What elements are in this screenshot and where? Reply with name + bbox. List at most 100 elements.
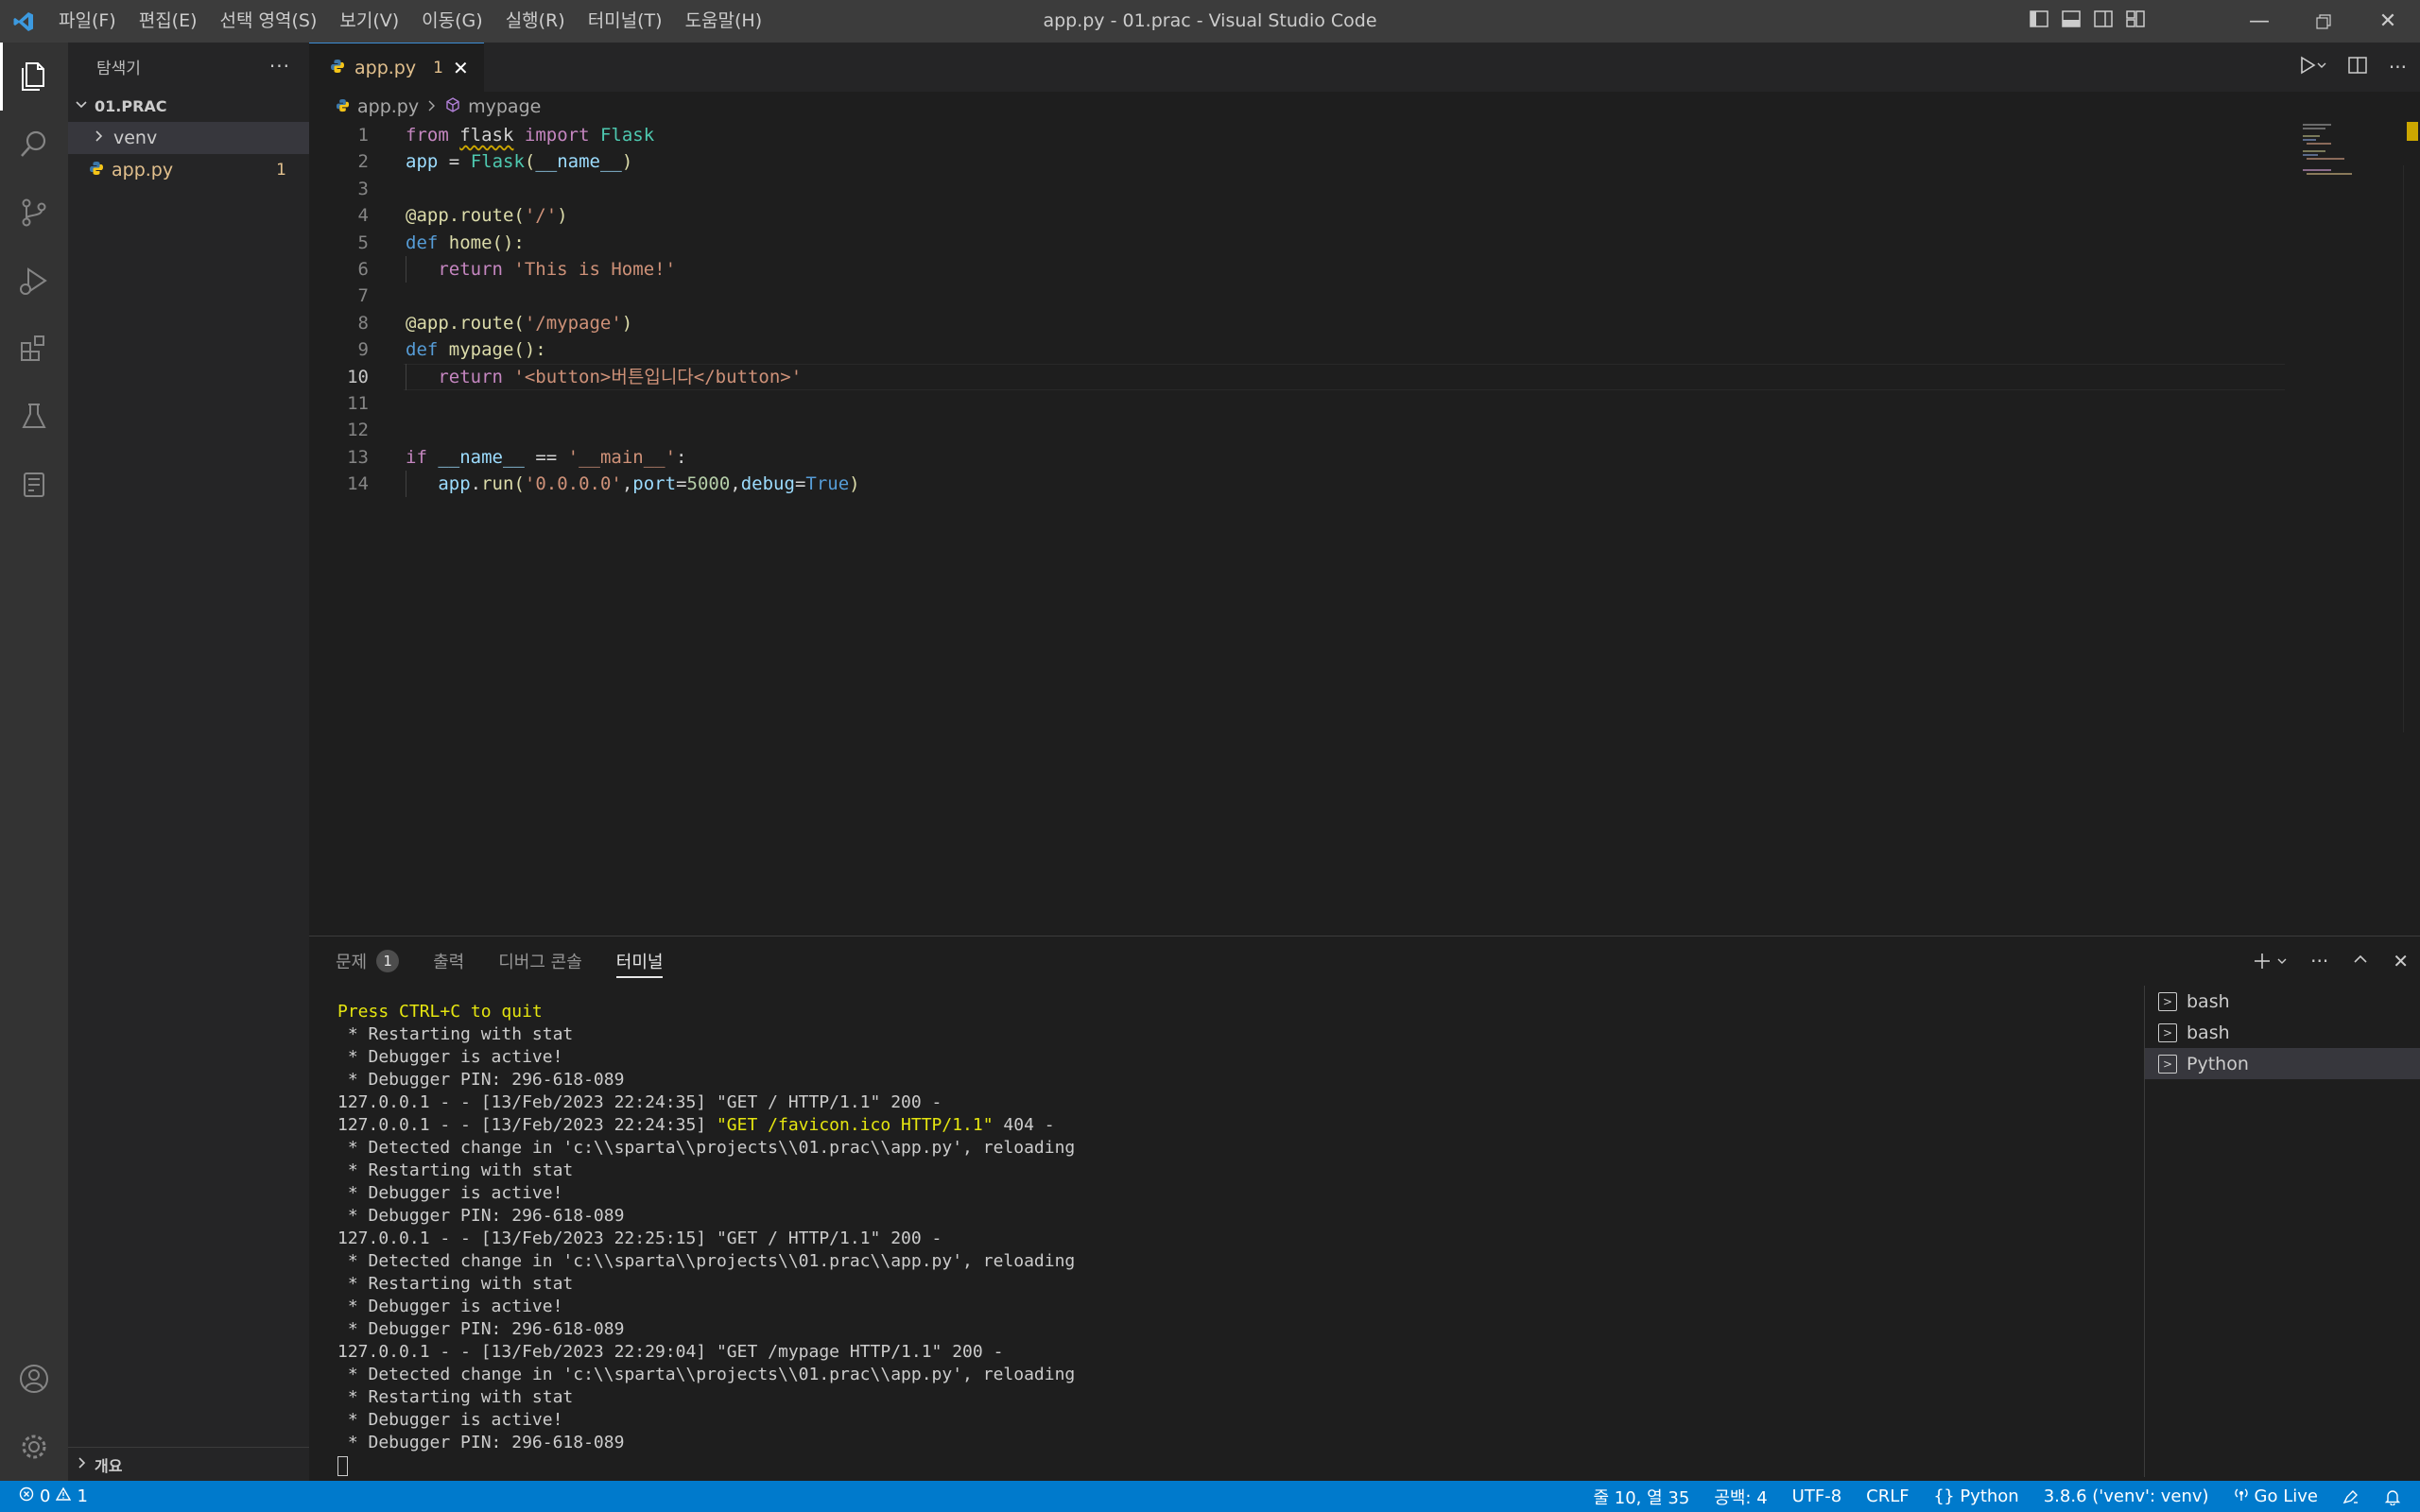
gear-icon[interactable] [0, 1413, 68, 1481]
code-line: 4 @app.route('/') [309, 202, 2294, 229]
symbol-method-icon [445, 96, 460, 117]
language-mode[interactable]: {} Python [1934, 1486, 2019, 1506]
code-line: 2 app = Flask(__name__) [309, 148, 2294, 175]
folder-header[interactable]: 01.PRAC [68, 90, 309, 122]
remote-explorer-icon[interactable] [0, 451, 68, 519]
terminal-line: * Restarting with stat [337, 1387, 574, 1407]
encoding[interactable]: UTF-8 [1792, 1486, 1841, 1506]
close-panel-icon[interactable]: ✕ [2393, 950, 2409, 972]
toggle-panel-icon[interactable] [2061, 9, 2082, 34]
warning-icon [56, 1486, 72, 1506]
python-interpreter[interactable]: 3.8.6 ('venv': venv) [2044, 1486, 2209, 1506]
customize-layout-icon[interactable] [2125, 9, 2146, 34]
toggle-primary-sidebar-icon[interactable] [2029, 9, 2049, 34]
minimap[interactable] [2295, 122, 2409, 179]
menu-view[interactable]: 보기(V) [328, 0, 410, 43]
more-actions-icon[interactable]: ··· [269, 55, 290, 77]
terminal-line: 127.0.0.1 - - [13/Feb/2023 22:24:35] "GE… [337, 1092, 942, 1112]
menu-file[interactable]: 파일(F) [47, 0, 128, 43]
extensions-icon[interactable] [0, 315, 68, 383]
terminal-line: * Debugger is active! [337, 1410, 563, 1430]
vscode-logo-icon [0, 0, 47, 43]
new-terminal-icon[interactable] [2252, 951, 2288, 971]
problems-status[interactable]: 0 1 [19, 1486, 88, 1506]
terminal-favicon-status: 404 - [993, 1115, 1055, 1135]
chevron-down-icon [74, 96, 89, 115]
search-icon[interactable] [0, 111, 68, 179]
code-line: 7 [309, 283, 2294, 309]
line-number: 1 [357, 125, 369, 146]
terminal-item-bash-1[interactable]: > bash [2145, 986, 2420, 1017]
minimize-button[interactable]: — [2227, 0, 2291, 43]
tree-item-app-py[interactable]: app.py 1 [68, 154, 309, 186]
run-debug-icon[interactable] [0, 247, 68, 315]
outline-label: 개요 [95, 1456, 123, 1475]
end-of-line[interactable]: CRLF [1866, 1486, 1909, 1506]
terminal-item-python[interactable]: > Python [2145, 1048, 2420, 1079]
layout-controls [2029, 0, 2146, 43]
line-number: 9 [357, 339, 369, 361]
close-tab-icon[interactable]: ✕ [453, 57, 469, 79]
line-number: 3 [357, 178, 369, 199]
problem-badge: 1 [276, 161, 286, 180]
tab-output[interactable]: 출력 [433, 936, 479, 986]
menu-terminal[interactable]: 터미널(T) [577, 0, 674, 43]
menu-run[interactable]: 실행(R) [494, 0, 577, 43]
source-control-icon[interactable] [0, 179, 68, 247]
go-live-button[interactable]: Go Live [2234, 1486, 2318, 1506]
braces-icon: {} [1933, 1486, 1955, 1506]
breadcrumb-symbol[interactable]: mypage [468, 96, 541, 117]
close-window-button[interactable]: ✕ [2356, 0, 2420, 43]
go-live-label: Go Live [2254, 1486, 2318, 1506]
terminal-line-prefix: 127.0.0.1 - - [13/Feb/2023 22:24:35] [337, 1115, 717, 1135]
explorer-files-icon[interactable] [0, 43, 68, 111]
tab-terminal[interactable]: 터미널 [615, 936, 679, 986]
run-python-file-icon[interactable] [2298, 55, 2326, 80]
folder-name: 01.PRAC [95, 96, 167, 115]
tab-problems[interactable]: 문제 1 [336, 936, 414, 986]
menu-help[interactable]: 도움말(H) [674, 0, 774, 43]
window-controls: — ✕ [2227, 0, 2420, 43]
code-line-current: 10 return '<button>버튼입니다</button>' [309, 363, 2294, 390]
terminal-line: * Debugger is active! [337, 1183, 563, 1203]
terminal-output[interactable]: Press CTRL+C to quit * Restarting with s… [337, 1001, 2134, 1477]
editor-scrollbar[interactable] [2403, 165, 2420, 732]
code-editor[interactable]: 1 from flask import Flask 2 app = Flask(__… [309, 122, 2294, 498]
maximize-panel-icon[interactable] [2351, 950, 2370, 973]
menu-edit[interactable]: 편집(E) [128, 0, 209, 43]
terminal-cursor [337, 1455, 348, 1476]
panel-tabs: 문제 1 출력 디버그 콘솔 터미널 ··· ✕ [309, 936, 2420, 986]
chevron-right-icon [74, 1455, 89, 1474]
breadcrumb-file[interactable]: app.py [357, 96, 419, 117]
indentation[interactable]: 공백: 4 [1714, 1485, 1767, 1509]
more-actions-icon[interactable]: ··· [2389, 56, 2407, 78]
account-icon[interactable] [0, 1345, 68, 1413]
menu-go[interactable]: 이동(G) [410, 0, 494, 43]
error-icon [19, 1486, 34, 1506]
line-number: 5 [357, 232, 369, 253]
menu-selection[interactable]: 선택 영역(S) [209, 0, 329, 43]
more-actions-icon[interactable]: ··· [2310, 950, 2328, 972]
tab-app-py[interactable]: app.py 1 ✕ [309, 43, 484, 92]
split-editor-icon[interactable] [2347, 55, 2368, 80]
code-line: 9 def mypage(): [309, 336, 2294, 363]
editor-actions: ··· [2298, 43, 2407, 92]
notifications-bell-icon[interactable] [2384, 1488, 2401, 1505]
terminal-icon: > [2158, 1022, 2177, 1042]
restore-button[interactable] [2291, 0, 2356, 43]
testing-icon[interactable] [0, 383, 68, 451]
toggle-secondary-sidebar-icon[interactable] [2093, 9, 2114, 34]
outline-section[interactable]: 개요 [68, 1447, 309, 1481]
code-line: 3 [309, 176, 2294, 202]
bottom-panel: 문제 1 출력 디버그 콘솔 터미널 ··· ✕ Press CTRL+C to… [309, 936, 2420, 1481]
warning-count: 1 [77, 1486, 88, 1506]
cursor-position[interactable]: 줄 10, 열 35 [1593, 1485, 1689, 1509]
tree-item-label: venv [113, 128, 158, 148]
breadcrumb: app.py mypage [309, 92, 2420, 122]
tab-debug-console[interactable]: 디버그 콘솔 [498, 936, 597, 986]
terminal-item-bash-2[interactable]: > bash [2145, 1017, 2420, 1048]
feedback-icon[interactable] [2342, 1488, 2360, 1505]
terminal-line: * Detected change in 'c:\\sparta\\projec… [337, 1365, 1076, 1384]
tree-item-venv[interactable]: venv [68, 122, 309, 154]
python-file-icon [89, 160, 104, 180]
